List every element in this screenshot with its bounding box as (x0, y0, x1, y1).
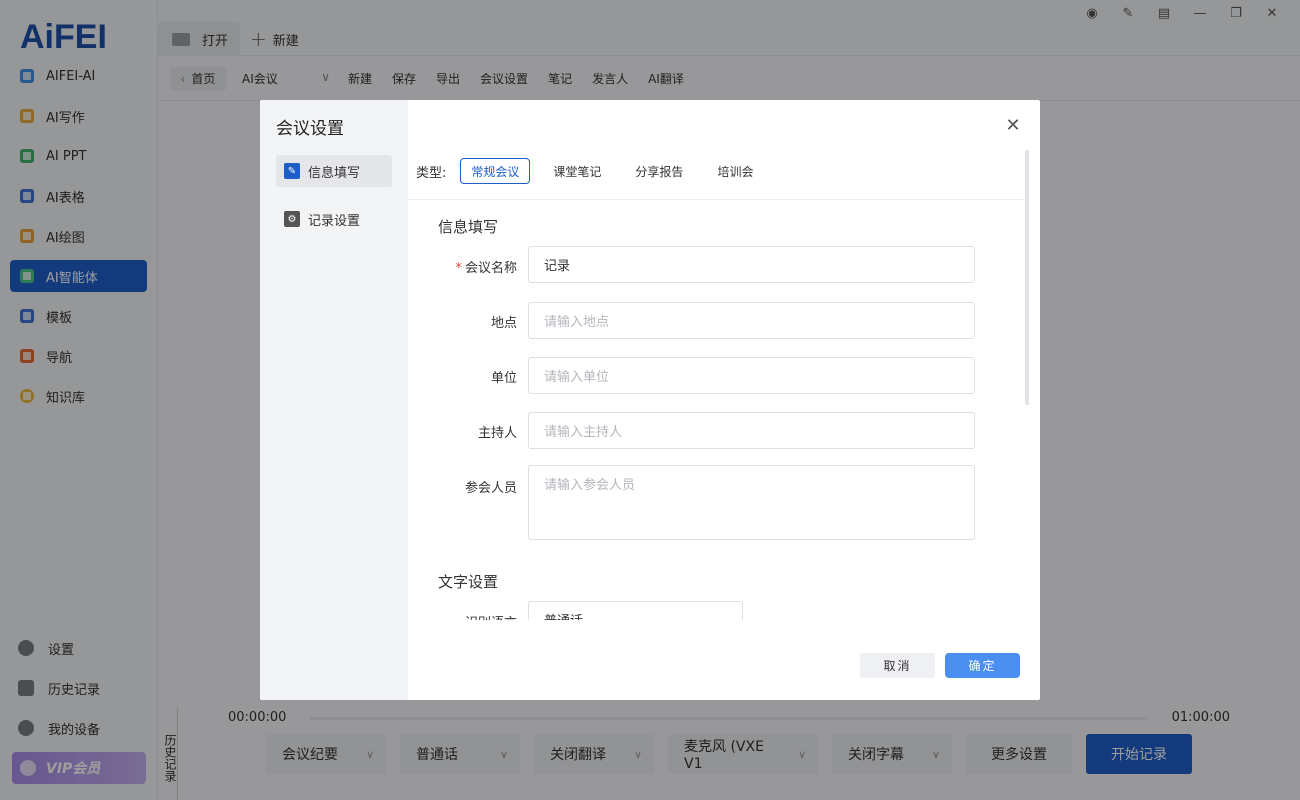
meeting-type-group: 类型: 常规会议 课堂笔记 分享报告 培训会 (416, 158, 776, 184)
type-training[interactable]: 培训会 (706, 158, 764, 184)
attendees-textarea[interactable]: 请输入参会人员 (528, 465, 975, 540)
section-text-title: 文字设置 (438, 573, 499, 591)
type-class-notes[interactable]: 课堂笔记 (542, 158, 612, 184)
unit-label: 单位 (490, 371, 517, 386)
dialog-tab-label: 信息填写 (308, 165, 361, 181)
type-regular[interactable]: 常规会议 (460, 158, 531, 184)
dialog-scrollbar[interactable] (1025, 150, 1029, 405)
location-label: 地点 (490, 316, 517, 331)
type-label: 类型: (416, 165, 447, 181)
meeting-name-input[interactable]: 记录 (528, 246, 975, 283)
dialog-sidebar: 会议设置 ✎ 信息填写 ⚙ 记录设置 (260, 100, 408, 700)
name-label-text: 会议名称 (464, 261, 517, 276)
required-mark: * (455, 261, 462, 276)
meeting-settings-dialog: 会议设置 ✎ 信息填写 ⚙ 记录设置 ✕ 类型: 常规会议 课堂笔记 分享报告 培训… (260, 100, 1040, 700)
host-input[interactable]: 请输入主持人 (528, 412, 975, 449)
record-settings-icon: ⚙ (284, 211, 300, 227)
dialog-title: 会议设置 (276, 119, 344, 139)
dialog-tab-label: 记录设置 (308, 213, 361, 229)
dialog-form: 信息填写 * 会议名称 记录 地点 请输入地点 单位 请输入单位 主持人 请输入主… (408, 200, 1024, 620)
type-share-report[interactable]: 分享报告 (624, 158, 694, 184)
unit-input[interactable]: 请输入单位 (528, 357, 975, 394)
section-info-title: 信息填写 (438, 218, 499, 236)
confirm-button[interactable]: 确定 (945, 653, 1020, 678)
name-label: * 会议名称 (437, 257, 517, 276)
cancel-button[interactable]: 取消 (860, 653, 935, 678)
dialog-close-icon[interactable]: ✕ (1002, 114, 1024, 136)
dialog-tab-info[interactable]: ✎ 信息填写 (276, 155, 392, 187)
recognition-label: 识别语言 (437, 612, 517, 620)
location-input[interactable]: 请输入地点 (528, 302, 975, 339)
recognition-language-select[interactable]: 普通话 (528, 601, 743, 620)
host-label: 主持人 (477, 426, 517, 441)
edit-icon: ✎ (284, 163, 300, 179)
dialog-tab-record[interactable]: ⚙ 记录设置 (276, 203, 392, 235)
attendees-label: 参会人员 (464, 481, 517, 496)
